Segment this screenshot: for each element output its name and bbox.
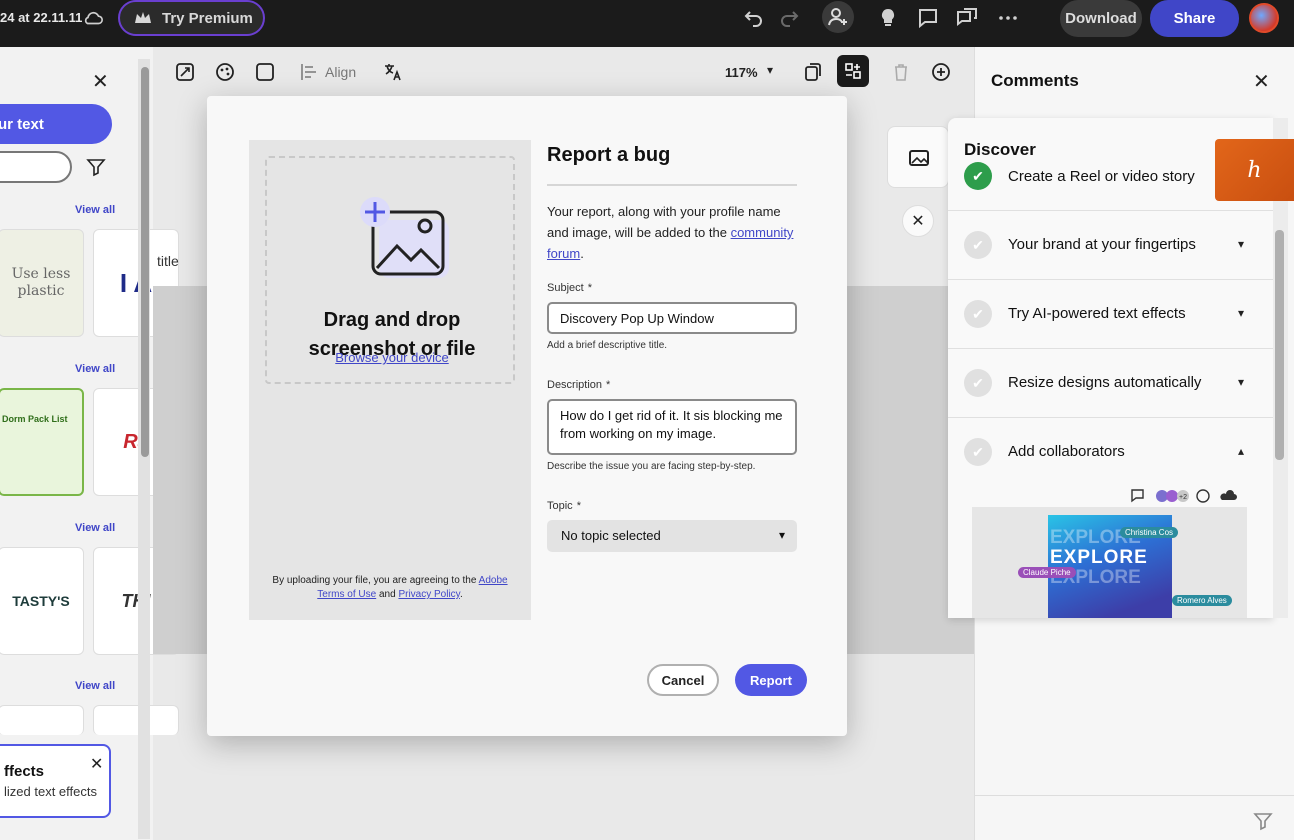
upload-legal-text: By uploading your file, you are agreeing… [272,575,508,600]
avatar[interactable] [1249,3,1279,33]
report-bug-dialog: Drag and drop screenshot or file Browse … [207,96,847,736]
add-image-icon [360,197,449,278]
more-options-icon[interactable] [996,6,1020,30]
drop-target[interactable]: Drag and drop screenshot or file Browse … [265,156,515,384]
report-button[interactable]: Report [735,664,807,696]
invite-collaborator-button[interactable] [822,1,854,33]
description-help-text: Describe the issue you are facing step-b… [547,461,756,472]
document-title[interactable]: 24 at 22.11.11 [0,10,82,25]
divider [547,184,797,186]
lightbulb-icon[interactable] [876,6,900,30]
report-form: Report a bug Your report, along with you… [547,140,797,552]
description-field[interactable]: How do I get rid of it. It sis blocking … [547,399,797,455]
top-bar: 24 at 22.11.11 Try Premium Download Shar… [0,0,1294,47]
crown-icon [135,12,151,23]
browse-device-link[interactable]: Browse your device [267,350,517,365]
download-button[interactable]: Download [1060,0,1142,37]
topic-select[interactable]: No topic selected ▾ [547,520,797,552]
subject-field[interactable]: Discovery Pop Up Window [547,302,797,334]
undo-icon[interactable] [742,6,766,30]
redo-icon[interactable] [777,6,801,30]
chevron-down-icon: ▾ [778,528,785,542]
cancel-button[interactable]: Cancel [647,664,719,696]
try-premium-label: Try Premium [162,9,253,27]
add-person-icon [828,8,847,26]
share-button[interactable]: Share [1150,0,1239,37]
comments-panel-icon[interactable] [955,6,979,30]
privacy-policy-link[interactable]: Privacy Policy [398,589,460,600]
description-label: Description * [547,379,611,391]
subject-help-text: Add a brief descriptive title. [547,340,668,351]
file-drop-zone[interactable]: Drag and drop screenshot or file Browse … [249,140,531,620]
cloud-icon[interactable] [82,8,104,28]
try-premium-button[interactable]: Try Premium [118,0,265,36]
subject-label: Subject * [547,282,592,294]
topic-label: Topic * [547,500,581,512]
report-intro-text: Your report, along with your profile nam… [547,204,794,261]
dialog-title: Report a bug [547,144,671,166]
comment-icon[interactable] [916,6,940,30]
